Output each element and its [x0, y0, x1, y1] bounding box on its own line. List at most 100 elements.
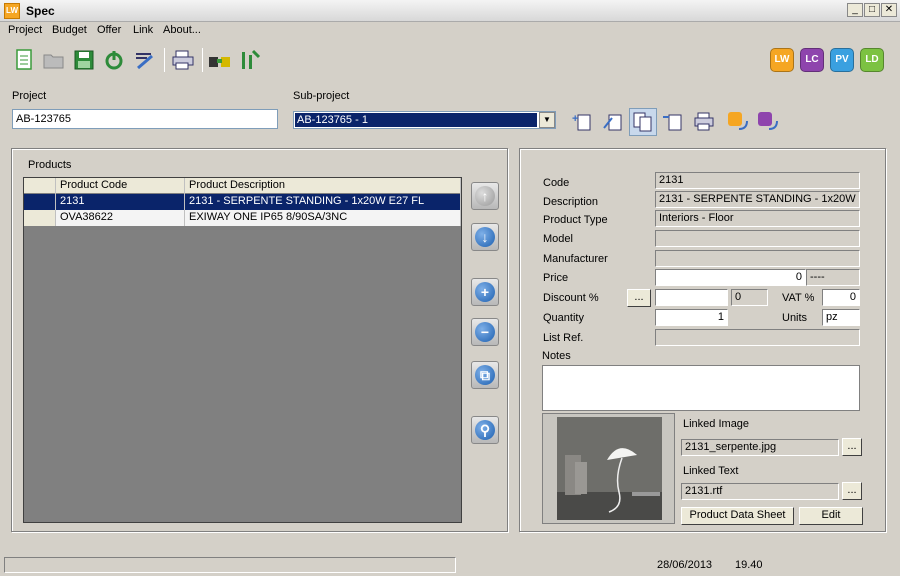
move-up-button[interactable]: ↑ — [471, 182, 499, 210]
manufacturer-field — [655, 250, 860, 267]
units-input[interactable]: pz — [822, 309, 860, 326]
product-image-frame — [542, 413, 675, 524]
description-field: 2131 - SERPENTE STANDING - 1x20W E2 — [655, 191, 860, 208]
list-ref-field — [655, 329, 860, 346]
menu-budget[interactable]: Budget — [52, 24, 87, 36]
minus-icon: − — [475, 322, 495, 342]
table-row[interactable]: OVA38622 EXIWAY ONE IP65 8/90SA/3NC — [24, 210, 461, 226]
product-type-field: Interiors - Floor — [655, 210, 860, 227]
maximize-button[interactable]: □ — [864, 3, 880, 17]
new-doc-icon[interactable] — [12, 48, 36, 72]
binoculars-icon[interactable] — [208, 48, 232, 72]
manufacturer-label: Manufacturer — [543, 253, 608, 265]
menu-link[interactable]: Link — [133, 24, 153, 36]
title-bar: LW Spec _ □ ✕ — [0, 0, 900, 22]
discount-label: Discount % — [543, 292, 599, 304]
menu-project[interactable]: Project — [8, 24, 42, 36]
units-label: Units — [782, 312, 808, 324]
linked-image-field: 2131_serpente.jpg — [681, 439, 839, 456]
arrow-up-icon: ↑ — [475, 186, 495, 206]
find-product-button[interactable]: ⚲ — [471, 416, 499, 444]
model-label: Model — [543, 233, 573, 245]
save-disk-icon[interactable] — [72, 48, 96, 72]
plus-icon: + — [475, 282, 495, 302]
app-logo-icon: LW — [4, 3, 20, 19]
close-button[interactable]: ✕ — [881, 3, 897, 17]
menu-offer[interactable]: Offer — [97, 24, 121, 36]
quantity-label: Quantity — [543, 312, 584, 324]
svg-text:+: + — [572, 113, 578, 125]
table-row[interactable]: 2131 2131 - SERPENTE STANDING - 1x20W E2… — [24, 194, 461, 210]
send-lc-icon[interactable] — [756, 110, 780, 134]
code-label: Code — [543, 177, 570, 189]
tools-icon[interactable] — [238, 48, 262, 72]
chevron-down-icon[interactable]: ▼ — [539, 112, 555, 128]
window-title: Spec — [26, 4, 55, 18]
products-title: Products — [28, 159, 72, 171]
search-icon: ⚲ — [475, 420, 495, 440]
price-input[interactable]: 0 — [655, 269, 806, 286]
linked-image-label: Linked Image — [683, 418, 750, 430]
remove-product-button[interactable]: − — [471, 318, 499, 346]
app-badge-ld[interactable]: LD — [860, 48, 884, 72]
linked-text-field: 2131.rtf — [681, 483, 839, 500]
discount-button[interactable]: ... — [627, 289, 651, 307]
vat-input[interactable]: 0 — [822, 289, 860, 306]
linked-text-label: Linked Text — [683, 465, 739, 477]
app-badge-lw[interactable]: LW — [770, 48, 794, 72]
remove-subproject-icon[interactable] — [661, 110, 685, 134]
print-subproject-icon[interactable] — [692, 110, 716, 134]
minimize-button[interactable]: _ — [847, 3, 863, 17]
grid-header: Product Code Product Description — [24, 178, 461, 194]
product-data-sheet-button[interactable]: Product Data Sheet — [681, 507, 794, 525]
app-badge-pv[interactable]: PV — [830, 48, 854, 72]
status-progress — [4, 557, 456, 573]
print-icon[interactable] — [171, 48, 195, 72]
project-input[interactable] — [12, 109, 278, 129]
column-header-description[interactable]: Product Description — [185, 178, 461, 194]
move-down-button[interactable]: ↓ — [471, 223, 499, 251]
list-ref-label: List Ref. — [543, 332, 584, 344]
power-icon[interactable] — [102, 48, 126, 72]
subproject-selected-value: AB-123765 - 1 — [295, 113, 537, 127]
price-label: Price — [543, 272, 569, 284]
code-field: 2131 — [655, 172, 860, 189]
notes-textarea[interactable] — [542, 365, 860, 411]
row-code: 2131 — [56, 194, 185, 210]
discount-input[interactable] — [655, 289, 728, 306]
app-badge-lc[interactable]: LC — [800, 48, 824, 72]
vat-label: VAT % — [782, 292, 815, 304]
description-label: Description — [543, 196, 599, 208]
product-image — [557, 417, 662, 520]
status-date: 28/06/2013 — [657, 559, 713, 571]
subproject-select[interactable]: AB-123765 - 1 ▼ — [293, 111, 556, 129]
edit-button[interactable]: Edit — [799, 507, 863, 525]
quantity-input[interactable]: 1 — [655, 309, 728, 326]
edit-pen-icon[interactable] — [132, 48, 156, 72]
price-currency: ---- — [806, 269, 860, 286]
duplicate-icon: ⧉ — [475, 365, 495, 385]
project-label: Project — [12, 90, 47, 102]
send-lw-icon[interactable] — [726, 110, 750, 134]
browse-image-button[interactable]: ... — [842, 438, 862, 456]
menu-about[interactable]: About... — [163, 24, 201, 36]
row-code: OVA38622 — [56, 210, 185, 226]
add-product-button[interactable]: + — [471, 278, 499, 306]
model-field — [655, 230, 860, 247]
open-folder-icon[interactable] — [42, 48, 66, 72]
duplicate-product-button[interactable]: ⧉ — [471, 361, 499, 389]
edit-subproject-icon[interactable] — [601, 110, 625, 134]
arrow-down-icon: ↓ — [475, 227, 495, 247]
notes-label: Notes — [542, 350, 571, 362]
copy-subproject-icon[interactable] — [629, 108, 657, 136]
row-description: 2131 - SERPENTE STANDING - 1x20W E27 FL — [185, 194, 461, 210]
menu-bar: Project Budget Offer Link About... — [0, 22, 900, 40]
products-grid: Product Code Product Description 2131 21… — [23, 177, 462, 523]
column-header-code[interactable]: Product Code — [56, 178, 185, 194]
row-description: EXIWAY ONE IP65 8/90SA/3NC — [185, 210, 461, 226]
add-subproject-icon[interactable]: + — [570, 110, 594, 134]
status-time: 19.40 — [735, 559, 763, 571]
browse-text-button[interactable]: ... — [842, 482, 862, 500]
subproject-label: Sub-project — [293, 90, 350, 102]
product-type-label: Product Type — [543, 214, 608, 226]
